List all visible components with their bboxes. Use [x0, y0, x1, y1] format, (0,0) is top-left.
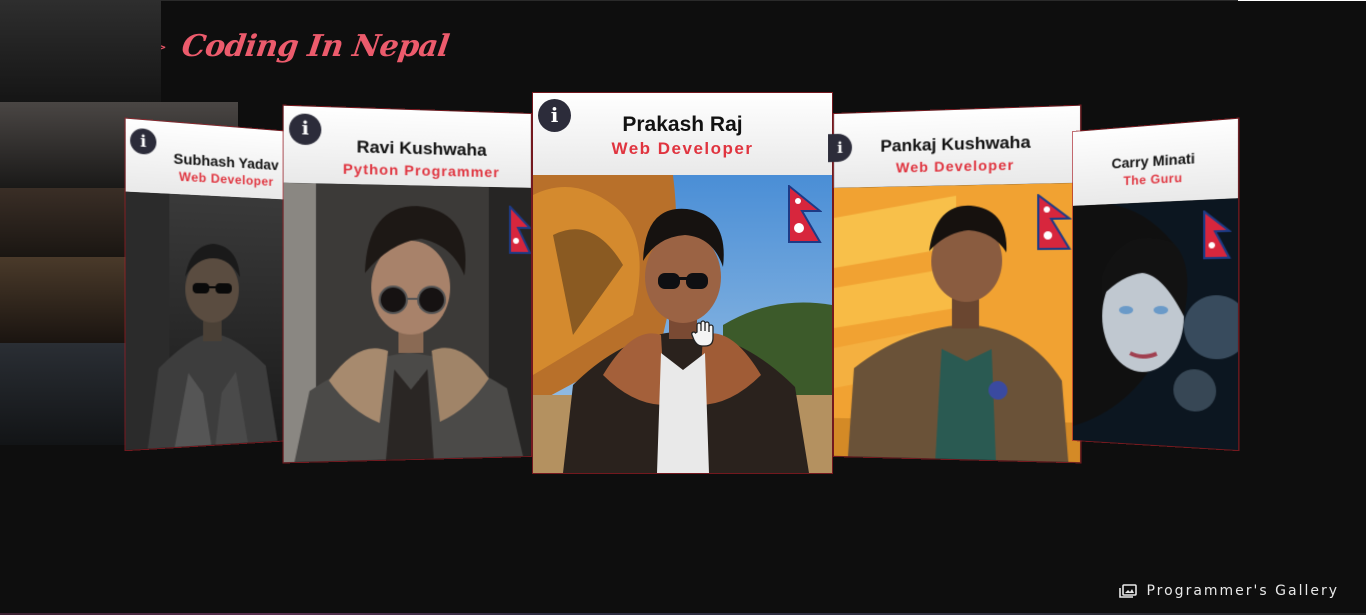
portrait-photo — [125, 191, 292, 451]
reflection — [0, 0, 161, 102]
info-icon[interactable]: i — [130, 127, 157, 156]
portrait-photo — [283, 182, 531, 463]
gallery-icon — [1119, 584, 1138, 598]
card-pankaj-kushwaha[interactable]: i Pankaj Kushwaha Web Developer — [828, 105, 1081, 463]
card-prakash-raj[interactable]: i Prakash Raj Web Developer — [533, 93, 832, 473]
card-role: Web Developer — [611, 139, 754, 158]
hand-cursor-icon — [691, 320, 714, 347]
card-header: Carry Minati The Guru — [1073, 118, 1239, 206]
portrait-photo — [1073, 198, 1239, 451]
portrait-photo — [834, 182, 1081, 463]
card-role: Python Programmer — [342, 160, 500, 181]
card-carry-minati[interactable]: Carry Minati The Guru — [1073, 118, 1239, 451]
footer: Programmer's Gallery — [1119, 583, 1339, 599]
card-header: i Ravi Kushwaha Python Programmer — [283, 105, 531, 188]
card-header: i Pankaj Kushwaha Web Developer — [828, 105, 1081, 188]
info-icon[interactable]: i — [538, 99, 571, 132]
card-header: i Subhash Yadav Web Developer — [125, 118, 292, 200]
card-header: i Prakash Raj Web Developer — [533, 93, 832, 175]
card-role: Web Developer — [895, 156, 1015, 176]
portrait-photo — [533, 175, 832, 473]
page: < / > Coding In Nepal i Subhash Yadav We… — [0, 0, 1366, 615]
card-ravi-kushwaha[interactable]: i Ravi Kushwaha Python Programmer — [283, 105, 531, 463]
card-name: Prakash Raj — [622, 113, 743, 136]
card-subhash-yadav[interactable]: i Subhash Yadav Web Developer — [125, 118, 292, 451]
card-name: Ravi Kushwaha — [356, 136, 487, 160]
nepal-flag-icon — [788, 185, 822, 243]
gallery: i Subhash Yadav Web Developer i Ravi Kus… — [0, 0, 1366, 615]
card-name: Pankaj Kushwaha — [880, 132, 1031, 156]
footer-label: Programmer's Gallery — [1146, 583, 1339, 599]
